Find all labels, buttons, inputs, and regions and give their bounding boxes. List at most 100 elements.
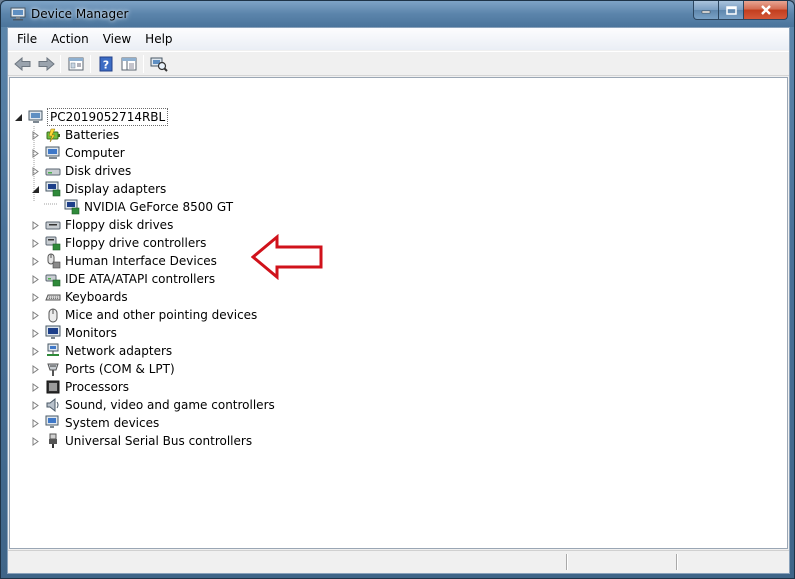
expand-icon[interactable] bbox=[31, 311, 40, 320]
tree-category-sound[interactable]: Sound, video and game controllers bbox=[10, 396, 275, 414]
tree-category-system-devices[interactable]: System devices bbox=[10, 414, 210, 432]
menu-view[interactable]: View bbox=[96, 30, 138, 48]
window-title: Device Manager bbox=[31, 7, 129, 21]
display-adapter-icon bbox=[64, 199, 80, 215]
forward-icon bbox=[38, 56, 55, 71]
tree-category-computer[interactable]: Computer bbox=[10, 144, 210, 162]
menu-help[interactable]: Help bbox=[138, 30, 179, 48]
expand-icon[interactable] bbox=[31, 437, 40, 446]
sound-icon bbox=[46, 397, 59, 413]
minimize-button[interactable] bbox=[693, 1, 719, 20]
console-tree-icon bbox=[121, 57, 136, 70]
menu-bar: File Action View Help bbox=[8, 28, 789, 50]
tree-category-floppy-disk-drives[interactable]: Floppy disk drives bbox=[10, 216, 210, 234]
expand-icon[interactable] bbox=[31, 401, 40, 410]
tree-category-human-interface-devices[interactable]: Human Interface Devices bbox=[10, 252, 230, 270]
collapse-icon[interactable] bbox=[14, 113, 23, 122]
mouse-icon bbox=[48, 308, 58, 323]
client-area: File Action View Help ? PC2019052714RBL … bbox=[7, 27, 790, 574]
expand-icon[interactable] bbox=[31, 131, 40, 140]
display-adapter-icon bbox=[45, 181, 61, 197]
collapse-icon[interactable] bbox=[31, 185, 40, 194]
processor-icon bbox=[46, 380, 60, 394]
expand-icon[interactable] bbox=[31, 365, 40, 374]
disk-drive-icon bbox=[45, 168, 61, 176]
tree-category-batteries[interactable]: Batteries bbox=[10, 126, 210, 144]
scan-hardware-icon bbox=[150, 57, 168, 72]
usb-icon bbox=[49, 433, 57, 448]
device-manager-window: Device Manager File Action View Help ? P… bbox=[0, 0, 795, 579]
category-label: Sound, video and game controllers bbox=[65, 398, 275, 412]
expand-icon[interactable] bbox=[31, 257, 40, 266]
tree-root[interactable]: PC2019052714RBL bbox=[10, 108, 210, 126]
forward-button[interactable] bbox=[34, 53, 57, 75]
tree-category-ports[interactable]: Ports (COM & LPT) bbox=[10, 360, 210, 378]
expand-icon[interactable] bbox=[31, 221, 40, 230]
expand-icon[interactable] bbox=[31, 329, 40, 338]
help-icon: ? bbox=[99, 56, 112, 71]
floppy-controller-icon bbox=[45, 236, 61, 251]
battery-icon bbox=[46, 128, 60, 143]
help-button[interactable]: ? bbox=[94, 53, 117, 75]
root-label: PC2019052714RBL bbox=[47, 108, 169, 126]
tree-category-floppy-drive-controllers[interactable]: Floppy drive controllers bbox=[10, 234, 230, 252]
category-label: Universal Serial Bus controllers bbox=[65, 434, 253, 448]
device-manager-app-icon bbox=[10, 7, 26, 21]
keyboard-icon bbox=[45, 294, 61, 301]
category-label: Ports (COM & LPT) bbox=[65, 362, 175, 376]
tree-category-network-adapters[interactable]: Network adapters bbox=[10, 342, 210, 360]
menu-action[interactable]: Action bbox=[44, 30, 96, 48]
properties-icon bbox=[68, 57, 83, 70]
category-label: Display adapters bbox=[65, 182, 167, 196]
menu-file[interactable]: File bbox=[10, 30, 44, 48]
category-label: Batteries bbox=[65, 128, 120, 142]
expand-icon[interactable] bbox=[31, 275, 40, 284]
tree-category-display-adapters[interactable]: Display adapters bbox=[10, 180, 210, 198]
toolbar-separator bbox=[60, 54, 61, 73]
tree-device-nvidia-geforce[interactable]: NVIDIA GeForce 8500 GT bbox=[10, 198, 250, 216]
tree-category-disk-drives[interactable]: Disk drives bbox=[10, 162, 210, 180]
computer-icon bbox=[28, 110, 43, 123]
expand-icon[interactable] bbox=[31, 149, 40, 158]
red-arrow-annotation bbox=[251, 234, 323, 280]
scan-hardware-button[interactable] bbox=[147, 53, 170, 75]
tree-category-processors[interactable]: Processors bbox=[10, 378, 210, 396]
tree-category-mice[interactable]: Mice and other pointing devices bbox=[10, 306, 270, 324]
computer-icon bbox=[45, 146, 60, 159]
category-label: System devices bbox=[65, 416, 160, 430]
close-button[interactable] bbox=[744, 1, 788, 20]
tree-category-keyboards[interactable]: Keyboards bbox=[10, 288, 210, 306]
status-separator bbox=[676, 554, 678, 570]
back-button[interactable] bbox=[11, 53, 34, 75]
tree-category-ide-controllers[interactable]: IDE ATA/ATAPI controllers bbox=[10, 270, 230, 288]
expand-icon[interactable] bbox=[31, 383, 40, 392]
back-icon bbox=[13, 56, 30, 71]
expand-icon[interactable] bbox=[31, 167, 40, 176]
category-label: Human Interface Devices bbox=[65, 254, 217, 268]
expand-icon[interactable] bbox=[31, 239, 40, 248]
network-adapter-icon bbox=[47, 343, 59, 356]
category-label: Mice and other pointing devices bbox=[65, 308, 258, 322]
category-label: Floppy drive controllers bbox=[65, 236, 207, 250]
device-tree[interactable]: PC2019052714RBL Batteries Computer Disk … bbox=[9, 77, 788, 549]
title-bar[interactable]: Device Manager bbox=[1, 1, 794, 27]
expand-icon[interactable] bbox=[31, 347, 40, 356]
properties-button[interactable] bbox=[64, 53, 87, 75]
console-tree-button[interactable] bbox=[117, 53, 140, 75]
toolbar-separator bbox=[143, 54, 144, 73]
toolbar-separator bbox=[90, 54, 91, 73]
tree-category-monitors[interactable]: Monitors bbox=[10, 324, 210, 342]
caption-buttons bbox=[693, 1, 788, 20]
category-label: Computer bbox=[65, 146, 125, 160]
hid-icon bbox=[47, 253, 61, 269]
category-label: Disk drives bbox=[65, 164, 132, 178]
tree-category-usb-controllers[interactable]: Universal Serial Bus controllers bbox=[10, 432, 253, 450]
maximize-icon bbox=[725, 5, 737, 15]
category-label: Network adapters bbox=[65, 344, 173, 358]
maximize-button[interactable] bbox=[719, 1, 744, 20]
expand-icon[interactable] bbox=[31, 293, 40, 302]
expand-icon[interactable] bbox=[31, 419, 40, 428]
floppy-icon bbox=[45, 221, 61, 230]
category-label: Floppy disk drives bbox=[65, 218, 174, 232]
close-icon bbox=[760, 5, 771, 15]
